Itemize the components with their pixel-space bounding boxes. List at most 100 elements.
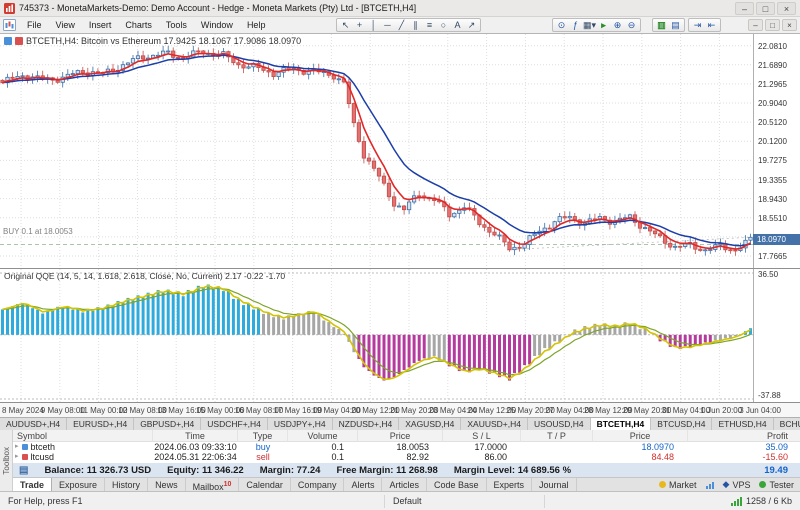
toolbox-strip[interactable]: Toolbox — [0, 430, 13, 491]
child-close-button[interactable]: × — [782, 19, 797, 31]
symbol-tab-btcusd[interactable]: BTCUSD,H4 — [651, 418, 712, 430]
expand-icon[interactable]: ▸ — [15, 452, 19, 462]
menu-help[interactable]: Help — [240, 19, 273, 31]
restore-button[interactable]: □ — [756, 2, 775, 15]
indicator-label: Original QQE (14, 5, 14, 1.618, 2.618, C… — [4, 271, 285, 281]
trade-row-ltcusd[interactable]: ▸ ltcusd 2024.05.31 22:06:34 sell 0.1 82… — [13, 452, 800, 462]
column-sl[interactable]: S / L — [443, 430, 521, 442]
price-chart[interactable] — [0, 34, 753, 269]
tab-articles[interactable]: Articles — [382, 478, 427, 491]
column-profit[interactable]: Profit — [688, 430, 800, 442]
expand-icon[interactable]: ▸ — [15, 442, 19, 452]
trendline-icon[interactable]: ╱ — [395, 19, 408, 31]
tab-calendar[interactable]: Calendar — [239, 478, 291, 491]
status-profile[interactable]: Default — [385, 495, 545, 508]
symbol-tab-ethusd[interactable]: ETHUSD,H4 — [712, 418, 773, 430]
symbol-tab-nzdusd[interactable]: NZDUSD+,H4 — [333, 418, 400, 430]
horizontal-line-icon[interactable]: ─ — [381, 19, 394, 31]
symbol-tab-audusd[interactable]: AUDUSD+,H4 — [0, 418, 67, 430]
auto-scroll-icon[interactable]: ⇥ — [691, 19, 704, 31]
zoom-in-icon[interactable]: ⊕ — [611, 19, 624, 31]
price-tick: 19.7275 — [758, 156, 787, 165]
zoom-out-icon[interactable]: ⊖ — [625, 19, 638, 31]
trade-volume: 0.1 — [288, 452, 358, 462]
position-label: BUY 0.1 at 18.0053 — [3, 227, 73, 236]
templates-icon[interactable]: ▦▾ — [583, 19, 596, 31]
child-minimize-button[interactable]: – — [748, 19, 763, 31]
time-axis[interactable]: 8 May 20249 May 08:0011 May 00:0012 May … — [0, 402, 800, 417]
symbol-tab-gbpusd[interactable]: GBPUSD+,H4 — [134, 418, 201, 430]
symbol-tab-xagusd[interactable]: XAGUSD,H4 — [399, 418, 461, 430]
indicators-icon[interactable]: ƒ — [569, 19, 582, 31]
signals-icon[interactable] — [706, 481, 714, 489]
margin-level-value: Margin Level: 14 689.56 % — [454, 465, 571, 476]
tab-alerts[interactable]: Alerts — [344, 478, 382, 491]
vps-icon: ◆ — [723, 479, 730, 490]
trade-symbol-cell[interactable]: ▸ ltcusd — [13, 452, 153, 462]
vps-link[interactable]: ◆VPS — [723, 479, 751, 490]
tab-history[interactable]: History — [105, 478, 148, 491]
symbol-tab-usdchf[interactable]: USDCHF+,H4 — [201, 418, 268, 430]
tester-link[interactable]: Tester — [759, 480, 794, 490]
symbol-tab-usousd[interactable]: USOUSD,H4 — [528, 418, 591, 430]
close-button[interactable]: × — [777, 2, 796, 15]
menu-tools[interactable]: Tools — [159, 19, 194, 31]
new-chart-icon[interactable]: ▥ — [655, 19, 668, 31]
trade-sl: 17.0000 — [443, 442, 521, 452]
tab-exposure[interactable]: Exposure — [52, 478, 105, 491]
connection-bars-icon[interactable] — [731, 496, 742, 506]
ellipse-icon[interactable]: ○ — [437, 19, 450, 31]
trade-tp — [521, 442, 593, 452]
connection-traffic[interactable]: 1258 / 6 Kb — [746, 496, 792, 506]
trade-time: 2024.06.03 09:33:10 — [153, 442, 238, 452]
vertical-line-icon[interactable]: │ — [367, 19, 380, 31]
symbol-tab-xauusd[interactable]: XAUUSD+,H4 — [461, 418, 528, 430]
menu-file[interactable]: File — [20, 19, 49, 31]
tab-company[interactable]: Company — [291, 478, 345, 491]
crosshair-icon[interactable]: + — [353, 19, 366, 31]
fibonacci-icon[interactable]: ≡ — [423, 19, 436, 31]
symbol-tab-bchusd[interactable]: BCHUSD,H4 — [774, 418, 800, 430]
algo-trading-icon[interactable]: ▸ — [597, 19, 610, 31]
free-margin-value: Free Margin: 11 268.98 — [336, 465, 437, 476]
chart-window-icon[interactable] — [3, 19, 16, 31]
tab-trade[interactable]: Trade — [13, 478, 52, 491]
tab-journal[interactable]: Journal — [532, 478, 577, 491]
symbol-tab-eurusd[interactable]: EURUSD+,H4 — [67, 418, 134, 430]
menu-charts[interactable]: Charts — [118, 19, 159, 31]
column-time[interactable]: Time — [153, 430, 238, 442]
column-price-current[interactable]: Price — [593, 430, 688, 442]
symbol-tab-btceth[interactable]: BTCETH,H4 — [591, 418, 652, 430]
tab-code-base[interactable]: Code Base — [427, 478, 487, 491]
buy-direction-icon — [22, 444, 28, 450]
column-price-open[interactable]: Price — [358, 430, 443, 442]
column-volume[interactable]: Volume — [288, 430, 358, 442]
clock-icon[interactable]: ⊙ — [555, 19, 568, 31]
column-type[interactable]: Type — [238, 430, 288, 442]
text-icon[interactable]: A — [451, 19, 464, 31]
child-restore-button[interactable]: □ — [765, 19, 780, 31]
trade-symbol-cell[interactable]: ▸ btceth — [13, 442, 153, 452]
trade-table-header: Symbol Time Type Volume Price S / L T / … — [13, 430, 800, 442]
cursor-icon[interactable]: ↖ — [339, 19, 352, 31]
market-link[interactable]: Market — [659, 480, 697, 490]
arrow-object-icon[interactable]: ↗ — [465, 19, 478, 31]
chart-shift-icon[interactable]: ⇤ — [705, 19, 718, 31]
menu-window[interactable]: Window — [194, 19, 240, 31]
tester-label: Tester — [769, 480, 794, 490]
tab-news[interactable]: News — [148, 478, 186, 491]
column-tp[interactable]: T / P — [521, 430, 593, 442]
minimize-button[interactable]: – — [735, 2, 754, 15]
column-symbol[interactable]: Symbol — [13, 430, 153, 442]
price-tick: 19.3355 — [758, 176, 787, 185]
menu-insert[interactable]: Insert — [82, 19, 119, 31]
tile-windows-icon[interactable]: ▤ — [669, 19, 682, 31]
indicator-chart[interactable] — [0, 269, 753, 403]
tab-mailbox[interactable]: Mailbox10 — [186, 478, 240, 491]
indicator-scale[interactable]: 36.50 -37.88 — [753, 269, 800, 403]
trade-row-btceth[interactable]: ▸ btceth 2024.06.03 09:33:10 buy 0.1 18.… — [13, 442, 800, 452]
channel-icon[interactable]: ∥ — [409, 19, 422, 31]
tab-experts[interactable]: Experts — [487, 478, 533, 491]
symbol-tab-usdjpy[interactable]: USDJPY+,H4 — [268, 418, 333, 430]
menu-view[interactable]: View — [49, 19, 82, 31]
